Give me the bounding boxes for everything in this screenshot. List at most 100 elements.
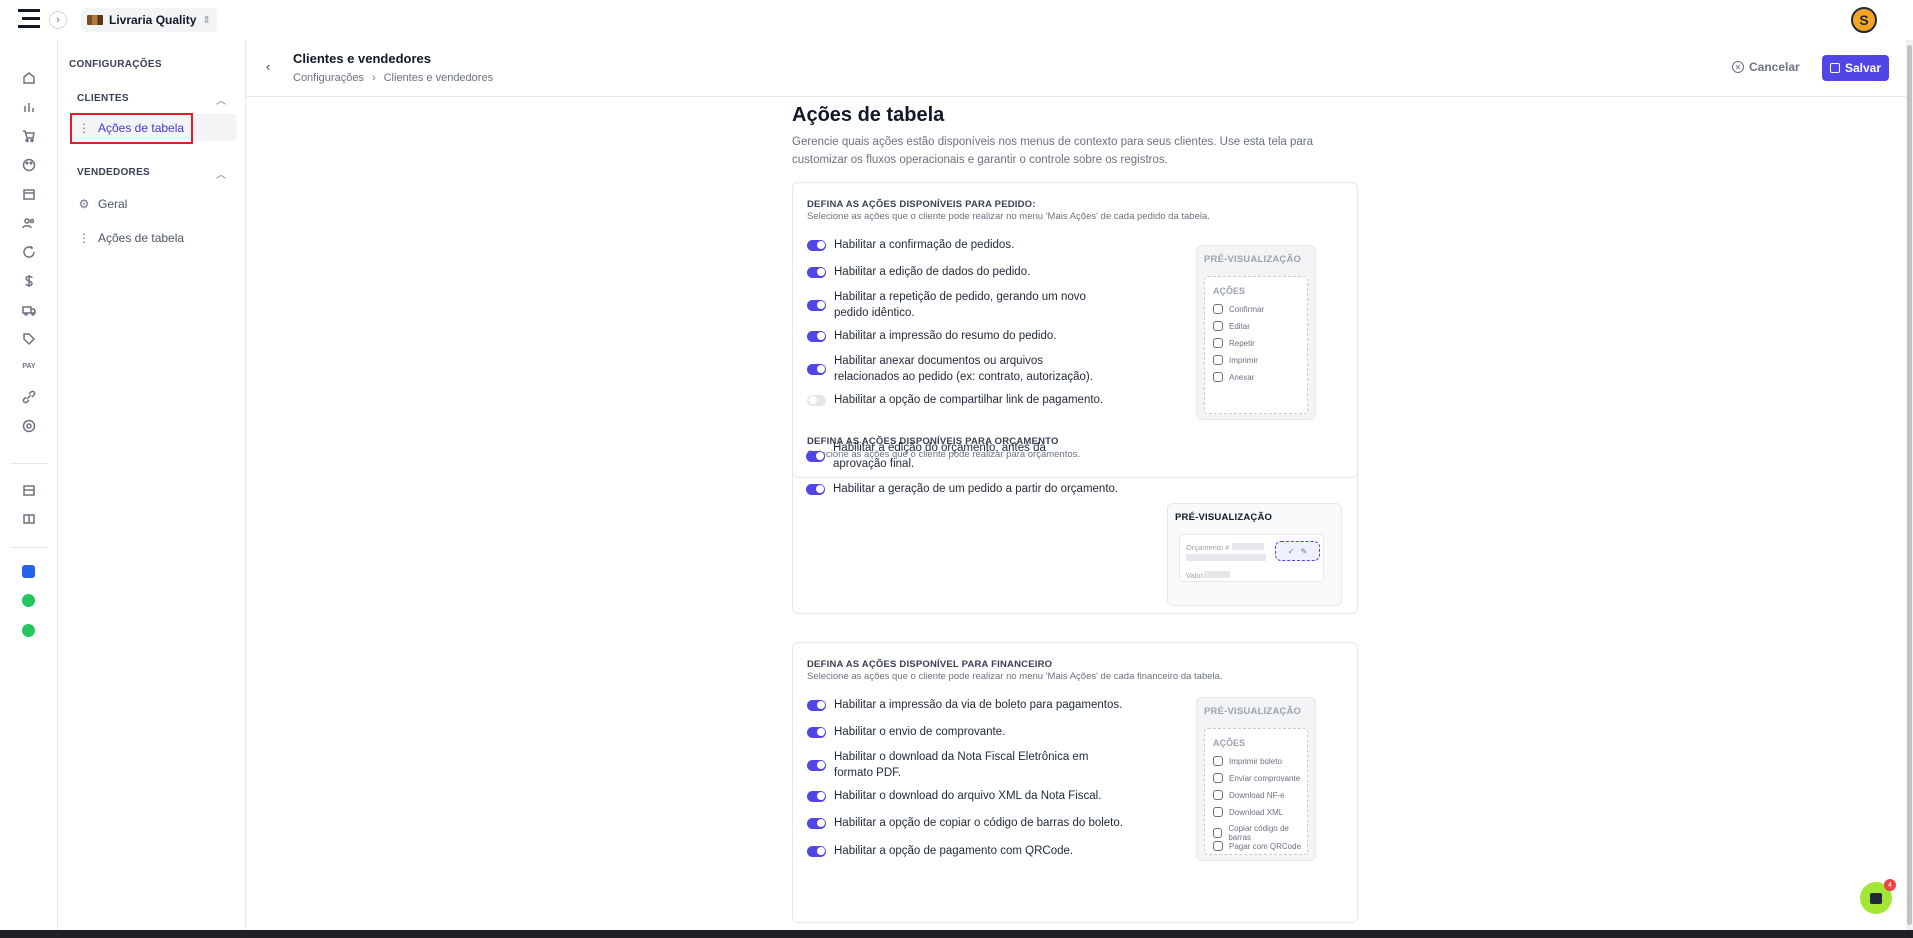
app-logo-icon[interactable] bbox=[18, 9, 40, 29]
grid-icon[interactable] bbox=[20, 510, 38, 528]
gear-icon: ⚙ bbox=[78, 196, 90, 211]
toggle-switch[interactable] bbox=[807, 817, 826, 829]
preview-action-label: Editar bbox=[1229, 321, 1250, 331]
financeiro-option[interactable]: Habilitar a opção de copiar o código de … bbox=[807, 815, 1123, 831]
home-icon[interactable] bbox=[20, 69, 38, 87]
expand-sidebar-button[interactable]: › bbox=[49, 11, 67, 29]
pedido-option[interactable]: Habilitar anexar documentos ou arquivos … bbox=[807, 353, 1107, 385]
option-label: Habilitar a edição do orçamento, antes d… bbox=[833, 442, 1046, 470]
option-label: Habilitar a impressão da via de boleto p… bbox=[834, 699, 1123, 711]
preview-title: PRÉ-VISUALIZAÇÃO bbox=[1175, 512, 1273, 523]
sidebar-item-vendedores-geral[interactable]: ⚙ Geral bbox=[72, 190, 237, 217]
financeiro-option[interactable]: Habilitar a opção de pagamento com QRCod… bbox=[807, 843, 1073, 859]
integration-app-icon[interactable] bbox=[22, 565, 35, 578]
toggle-switch[interactable] bbox=[806, 450, 825, 462]
page-description: Gerencie quais ações estão disponíveis n… bbox=[792, 136, 1313, 166]
clientes-section[interactable]: CLIENTES bbox=[77, 93, 129, 104]
preview-action: Copiar código de barras bbox=[1213, 824, 1307, 842]
divider bbox=[10, 463, 48, 464]
financeiro-option[interactable]: Habilitar o download do arquivo XML da N… bbox=[807, 788, 1101, 804]
save-button[interactable]: Salvar bbox=[1822, 55, 1889, 81]
settings-icon[interactable] bbox=[20, 417, 38, 435]
value-label: Valor: bbox=[1186, 571, 1206, 580]
toggle-switch[interactable] bbox=[807, 330, 826, 342]
qrcode-icon bbox=[1213, 841, 1223, 851]
preview-action: Anexar bbox=[1213, 372, 1254, 382]
toggle-switch[interactable] bbox=[807, 790, 826, 802]
box-icon[interactable] bbox=[20, 185, 38, 203]
orcamento-option[interactable]: Habilitar a geração de um pedido a parti… bbox=[806, 481, 1118, 497]
placeholder-bar bbox=[1232, 543, 1264, 550]
cancel-button[interactable]: ✕ Cancelar bbox=[1732, 54, 1800, 80]
sidebar-item-vendedores-acoes[interactable]: ⋮ Ações de tabela bbox=[72, 224, 237, 251]
option-label: Habilitar a confirmação de pedidos. bbox=[834, 239, 1015, 251]
option-label: Habilitar a impressão do resumo do pedid… bbox=[834, 330, 1057, 342]
back-chevron-icon[interactable]: ‹ bbox=[266, 59, 270, 74]
toggle-switch[interactable] bbox=[807, 726, 826, 738]
pedido-option[interactable]: Habilitar a impressão do resumo do pedid… bbox=[807, 328, 1056, 344]
chevron-up-icon[interactable]: ︿ bbox=[216, 92, 226, 107]
copy-icon bbox=[1213, 828, 1223, 838]
pedido-card: DEFINA AS AÇÕES DISPONÍVEIS PARA PEDIDO:… bbox=[792, 182, 1358, 478]
users-icon[interactable] bbox=[20, 214, 38, 232]
store-switcher[interactable]: Livraria Quality ⇕ bbox=[81, 8, 217, 32]
pedido-option[interactable]: Habilitar a repetição de pedido, gerando… bbox=[807, 289, 1107, 321]
repeat-icon bbox=[1213, 338, 1223, 348]
taskbar bbox=[0, 930, 1913, 938]
scrollbar-thumb[interactable] bbox=[1907, 45, 1912, 925]
preview-action: Download XML bbox=[1213, 807, 1283, 817]
toggle-switch[interactable] bbox=[807, 845, 826, 857]
notification-badge: 4 bbox=[1884, 879, 1896, 891]
toggle-switch[interactable] bbox=[807, 699, 826, 711]
main-content: Ações de tabela Gerencie quais ações est… bbox=[246, 97, 1913, 930]
tag-icon[interactable] bbox=[20, 330, 38, 348]
attach-icon bbox=[1213, 372, 1223, 382]
settings-title: CONFIGURAÇÕES bbox=[69, 59, 162, 70]
pedido-option[interactable]: Habilitar a confirmação de pedidos. bbox=[807, 237, 1014, 253]
preview-heading: AÇÕES bbox=[1213, 286, 1246, 296]
pay-icon[interactable]: PAY bbox=[20, 357, 38, 375]
financeiro-subheading: Selecione as ações que o cliente pode re… bbox=[807, 671, 1223, 682]
breadcrumb-item[interactable]: Configurações bbox=[293, 72, 364, 84]
preview-title: PRÉ-VISUALIZAÇÃO bbox=[1204, 706, 1302, 717]
preview-action: Pagar com QRCode bbox=[1213, 841, 1301, 851]
toggle-switch[interactable] bbox=[807, 759, 826, 771]
preview-action-label: Pagar com QRCode bbox=[1229, 841, 1302, 851]
financeiro-option[interactable]: Habilitar a impressão da via de boleto p… bbox=[807, 697, 1122, 713]
financeiro-card: DEFINA AS AÇÕES DISPONÍVEL PARA FINANCEI… bbox=[792, 642, 1358, 923]
cart-icon[interactable] bbox=[20, 127, 38, 145]
palette-icon[interactable] bbox=[20, 156, 38, 174]
toggle-switch[interactable] bbox=[807, 299, 826, 311]
pedido-option[interactable]: Habilitar a opção de compartilhar link d… bbox=[807, 392, 1103, 408]
close-circle-icon: ✕ bbox=[1732, 61, 1744, 73]
toggle-switch[interactable] bbox=[807, 394, 826, 406]
preview-action-label: Confirmar bbox=[1229, 304, 1265, 314]
preview-action: Editar bbox=[1213, 321, 1250, 331]
financeiro-option[interactable]: Habilitar o download da Nota Fiscal Elet… bbox=[807, 749, 1117, 781]
pedido-option[interactable]: Habilitar a edição de dados do pedido. bbox=[807, 264, 1030, 280]
preview-menu: AÇÕES Imprimir boleto Enviar comprovante… bbox=[1204, 728, 1308, 855]
option-label: Habilitar a geração de um pedido a parti… bbox=[833, 483, 1119, 495]
toggle-switch[interactable] bbox=[806, 483, 825, 495]
chevron-up-icon[interactable]: ︿ bbox=[216, 166, 226, 181]
dollar-icon[interactable] bbox=[20, 272, 38, 290]
whatsapp-icon[interactable] bbox=[22, 594, 35, 607]
toggle-switch[interactable] bbox=[807, 266, 826, 278]
financeiro-option[interactable]: Habilitar o envio de comprovante. bbox=[807, 724, 1005, 740]
user-avatar[interactable]: S bbox=[1851, 7, 1877, 33]
storefront-icon[interactable] bbox=[20, 481, 38, 499]
toggle-switch[interactable] bbox=[807, 363, 826, 375]
bar-chart-icon[interactable] bbox=[20, 98, 38, 116]
refresh-icon[interactable] bbox=[20, 243, 38, 261]
whatsapp-business-icon[interactable] bbox=[22, 624, 35, 637]
truck-icon[interactable] bbox=[20, 301, 38, 319]
header-title: Clientes e vendedores bbox=[293, 51, 431, 66]
vendedores-section[interactable]: VENDEDORES bbox=[77, 167, 150, 178]
printer-icon bbox=[1213, 355, 1223, 365]
orcamento-option[interactable]: Habilitar a edição do orçamento, antes d… bbox=[806, 440, 1096, 472]
toggle-switch[interactable] bbox=[807, 239, 826, 251]
link-icon[interactable] bbox=[20, 388, 38, 406]
option-label: Habilitar a edição de dados do pedido. bbox=[834, 266, 1031, 278]
placeholder-bar bbox=[1204, 571, 1230, 578]
option-label: Habilitar o envio de comprovante. bbox=[834, 726, 1006, 738]
